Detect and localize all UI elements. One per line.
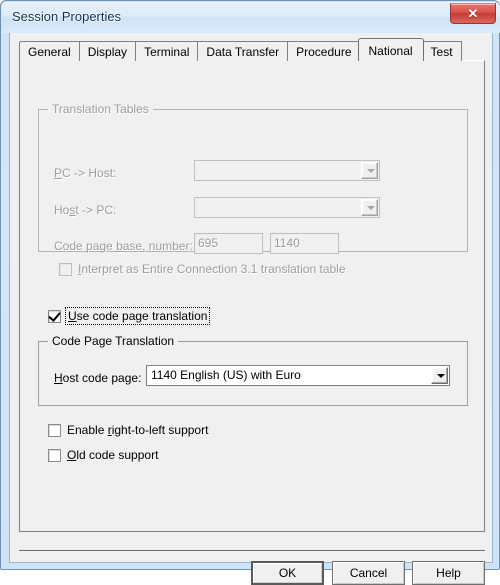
pc-to-host-accel: P [54,166,63,180]
code-page-base-label-pre: Code page [54,239,117,253]
tab-data-transfer-label: Data Transfer [206,45,280,59]
tab-general-label: General [28,45,71,59]
tab-test-label: Test [430,45,453,59]
interpret-label-text: nterpret as Entire Connection 3.1 transl… [81,262,346,276]
interpret-entire-connection-checkbox[interactable]: Interpret as Entire Connection 3.1 trans… [59,262,346,276]
ok-button[interactable]: OK [251,561,324,585]
code-page-base-value: 695 [198,236,219,250]
help-button[interactable]: Help [412,561,485,585]
host-code-page-accel: H [54,371,63,385]
host-to-pc-label-pre: Ho [54,203,70,217]
dialog-body: General Display Terminal Data Transfer P… [9,33,493,585]
pc-to-host-dropdown-button[interactable] [361,162,378,179]
checkbox-box [48,423,61,437]
host-to-pc-dropdown-button[interactable] [361,199,378,216]
rtl-label-pre: Enable [67,423,108,437]
pc-to-host-combo[interactable] [194,160,380,181]
host-code-page-label: Host code page: [54,371,141,385]
code-page-number-value: 1140 [274,236,300,250]
host-code-page-value: 1140 English (US) with Euro [151,368,301,382]
pc-to-host-label-text: C -> Host: [62,166,117,180]
footer-separator [19,550,485,551]
chevron-down-icon [436,373,445,378]
code-page-number-field[interactable]: 1140 [270,233,339,254]
old-code-label-text: ld code support [76,448,159,462]
tab-terminal[interactable]: Terminal [135,41,198,61]
host-to-pc-combo[interactable] [194,197,380,218]
tab-test[interactable]: Test [421,41,462,61]
old-code-support-label: Old code support [67,448,158,462]
session-properties-window: Session Properties ✕ General Display Ter… [0,0,500,585]
close-button[interactable]: ✕ [450,3,496,24]
host-code-page-dropdown-button[interactable] [431,367,448,384]
code-page-translation-title: Code Page Translation [48,335,179,348]
rtl-label-text: ight-to-left support [111,423,209,437]
tab-procedure-label: Procedure [296,45,352,59]
close-icon: ✕ [467,6,479,21]
code-page-base-accel: b [116,239,123,253]
code-page-base-label: Code page base, number: [54,239,193,253]
tab-strip: General Display Terminal Data Transfer P… [19,38,462,61]
tab-terminal-label: Terminal [144,45,190,59]
use-code-page-translation-label: Use code page translation [64,307,211,325]
tab-panel-national: Translation Tables PC -> Host: Host -> P… [19,60,485,532]
host-code-page-combo[interactable]: 1140 English (US) with Euro [146,365,450,386]
host-to-pc-label-text: t -> PC: [75,203,117,217]
tab-general[interactable]: General [19,41,79,61]
window-title: Session Properties [12,9,122,24]
tab-display[interactable]: Display [78,41,136,61]
code-page-base-label-text: ase, number: [122,239,193,253]
host-code-page-label-text: ost code page: [62,371,142,385]
checkbox-box [59,262,72,276]
translation-tables-title: Translation Tables [48,103,153,116]
use-code-page-label-text: se code page translation [76,309,208,323]
checkbox-box [48,308,61,323]
use-code-page-translation-checkbox[interactable]: Use code page translation [48,307,211,325]
check-icon [48,308,61,322]
tab-national-label: National [368,44,413,58]
pc-to-host-label: PC -> Host: [54,166,116,180]
checkbox-box [48,448,61,462]
chevron-down-icon [366,168,375,173]
cancel-button[interactable]: Cancel [332,561,405,585]
use-code-page-accel: U [68,309,77,323]
tab-data-transfer[interactable]: Data Transfer [197,41,288,61]
chevron-down-icon [366,205,375,210]
tab-national[interactable]: National [357,38,424,61]
tab-display-label: Display [87,45,128,59]
tab-procedure[interactable]: Procedure [287,41,360,61]
old-code-accel: O [67,448,77,462]
host-to-pc-label: Host -> PC: [54,203,116,217]
code-page-base-field[interactable]: 695 [194,233,263,254]
enable-right-to-left-support-checkbox[interactable]: Enable right-to-left support [48,423,208,437]
enable-right-to-left-support-label: Enable right-to-left support [67,423,208,437]
old-code-support-checkbox[interactable]: Old code support [48,448,158,462]
title-bar: Session Properties ✕ [2,2,500,33]
interpret-entire-connection-label: Interpret as Entire Connection 3.1 trans… [78,262,346,276]
